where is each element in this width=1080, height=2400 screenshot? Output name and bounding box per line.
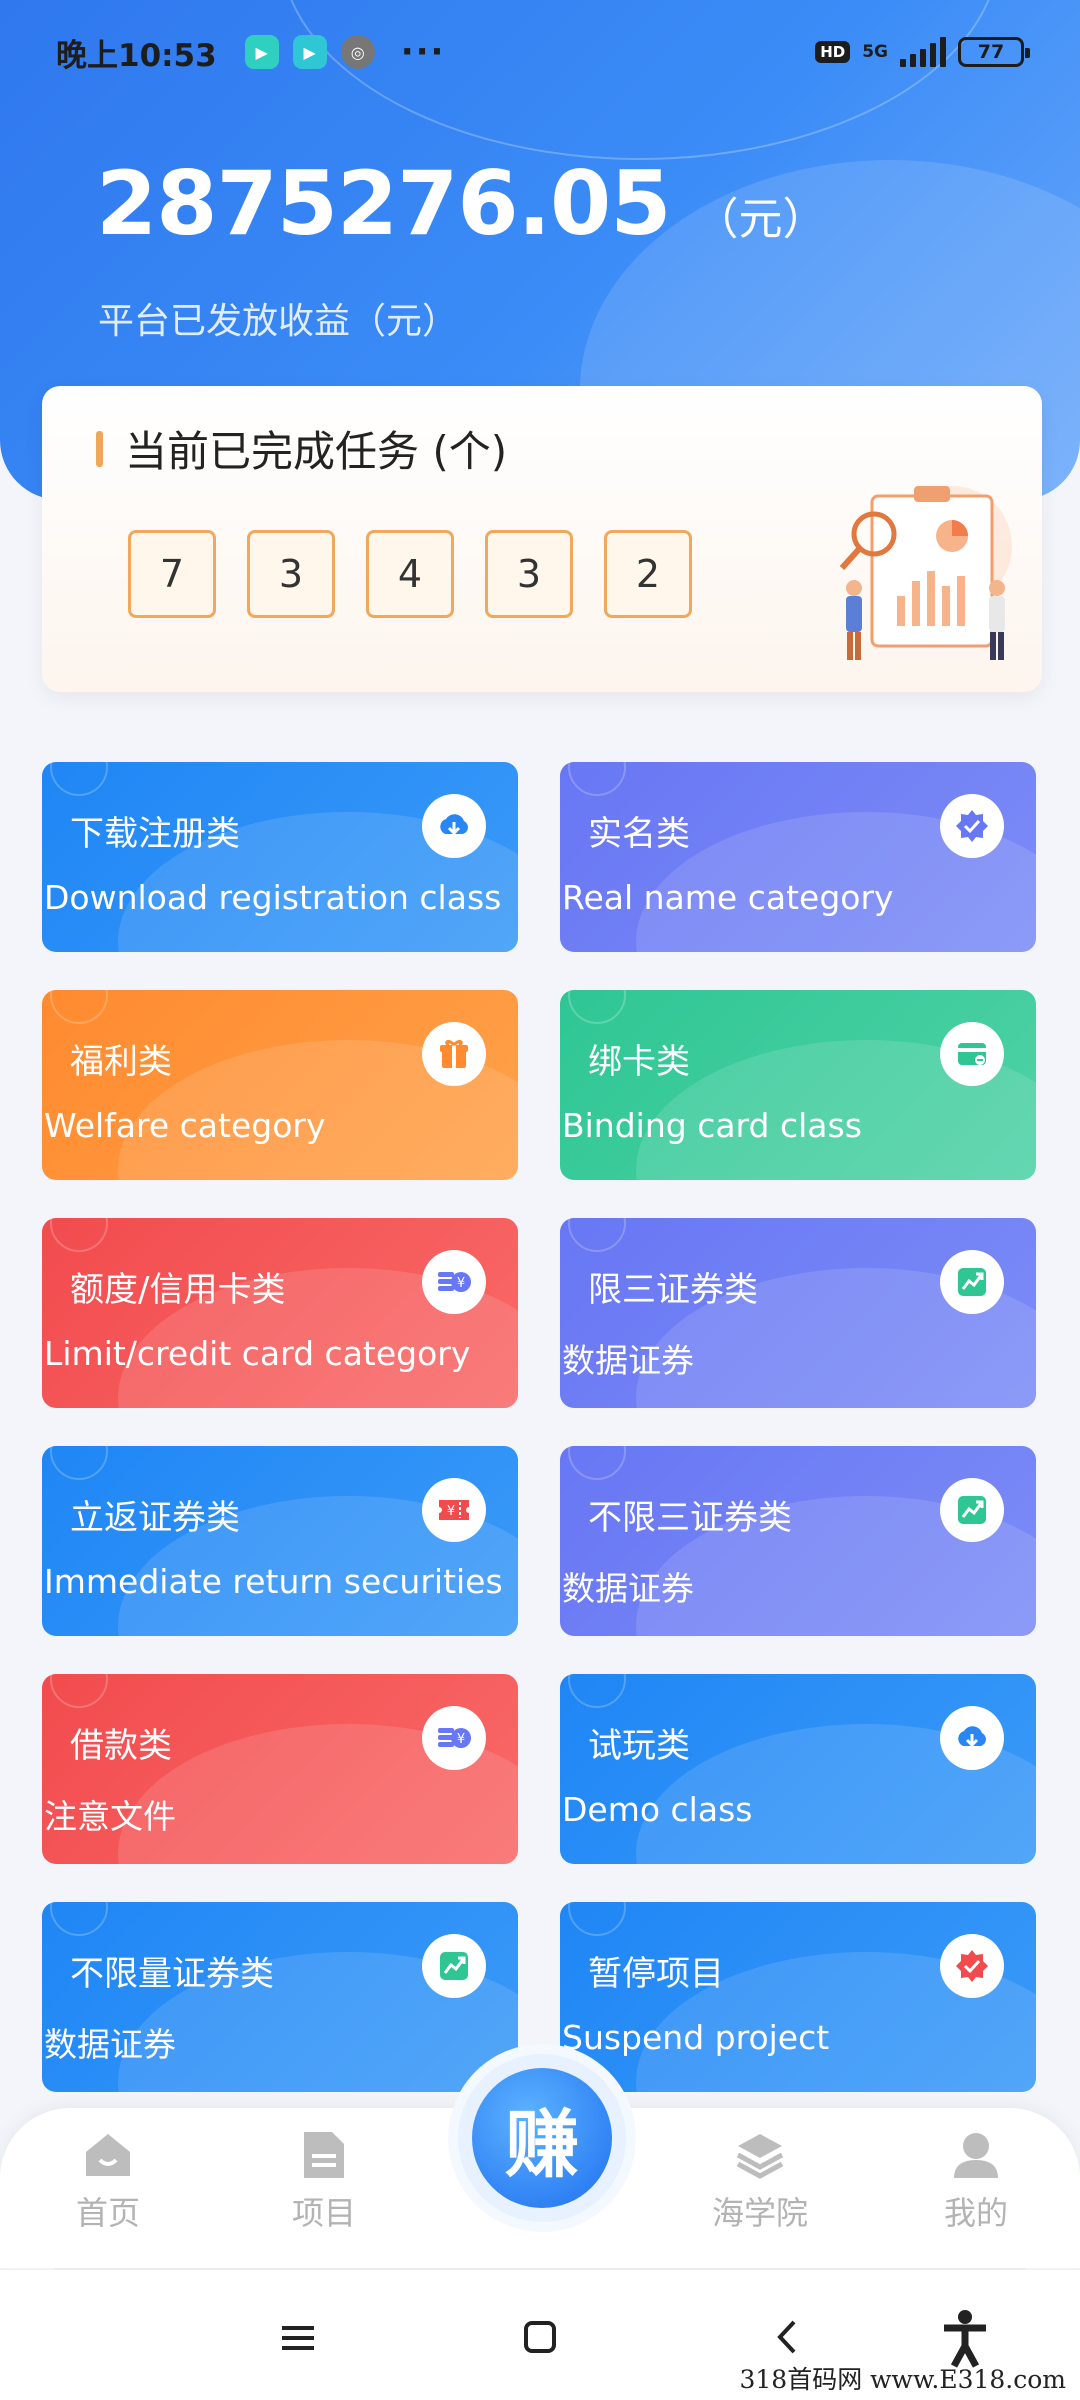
- category-subtitle: Binding card class: [562, 1106, 862, 1145]
- category-immediate-return[interactable]: 立返证券类 Immediate return securities ¥: [42, 1446, 518, 1636]
- category-title: 立返证券类: [70, 1498, 240, 1538]
- category-credit-card[interactable]: 额度/信用卡类 Limit/credit card category ¥: [42, 1218, 518, 1408]
- completed-tasks-card: 当前已完成任务 (个) 7 3 4 3 2: [42, 386, 1042, 692]
- category-real-name[interactable]: 实名类 Real name category: [560, 762, 1036, 952]
- category-binding-card[interactable]: 绑卡类 Binding card class: [560, 990, 1036, 1180]
- trend-chart-icon: [940, 1478, 1004, 1542]
- category-title: 绑卡类: [588, 1042, 690, 1082]
- svg-text:¥: ¥: [457, 1276, 465, 1291]
- earnings-caption: 平台已发放收益（元）: [98, 301, 459, 342]
- svg-text:¥: ¥: [457, 1732, 465, 1747]
- more-notifications-icon: ···: [400, 32, 446, 72]
- coins-yen-icon: ¥: [422, 1250, 486, 1314]
- category-suspended[interactable]: 暂停项目 Suspend project: [560, 1902, 1036, 2092]
- app-notification-icon: ▶: [292, 35, 327, 69]
- verified-badge-icon: [940, 794, 1004, 858]
- cloud-download-icon: [422, 794, 486, 858]
- counter-digit: 4: [366, 530, 454, 618]
- back-icon[interactable]: [768, 2308, 808, 2368]
- tab-home[interactable]: 首页: [48, 2130, 168, 2234]
- trend-chart-icon: [940, 1250, 1004, 1314]
- category-grid: 下载注册类 Download registration class 实名类 Re…: [42, 762, 1036, 2092]
- status-time: 晚上10:53: [56, 37, 217, 74]
- layers-icon: [736, 2134, 784, 2179]
- earnings-unit: （元）: [694, 194, 827, 245]
- category-download-registration[interactable]: 下载注册类 Download registration class: [42, 762, 518, 952]
- title-accent-bar: [96, 430, 103, 467]
- accessibility-icon[interactable]: [940, 2308, 990, 2368]
- tab-projects[interactable]: 项目: [264, 2130, 384, 2234]
- home-icon: [86, 2134, 130, 2176]
- tab-academy[interactable]: 海学院: [700, 2130, 820, 2234]
- battery-icon: 77: [958, 37, 1030, 67]
- category-demo[interactable]: 试玩类 Demo class: [560, 1674, 1036, 1864]
- category-welfare[interactable]: 福利类 Welfare category: [42, 990, 518, 1180]
- counter-digit: 3: [247, 530, 335, 618]
- category-loan[interactable]: 借款类 注意文件 ¥: [42, 1674, 518, 1864]
- category-title: 限三证券类: [588, 1270, 758, 1310]
- tab-academy-label: 海学院: [711, 2194, 808, 2232]
- document-icon: [304, 2132, 344, 2178]
- watermark-text: 318首码网 www.E318.com: [739, 2365, 1066, 2394]
- category-unlimited-three-securities[interactable]: 不限三证券类 数据证券: [560, 1446, 1036, 1636]
- counter-digit: 2: [604, 530, 692, 618]
- gift-icon: [422, 1022, 486, 1086]
- category-unlimited-securities[interactable]: 不限量证券类 数据证券: [42, 1902, 518, 2092]
- system-navigation-bar: 318首码网 www.E318.com: [0, 2270, 1080, 2400]
- category-subtitle: Suspend project: [562, 2018, 830, 2057]
- category-subtitle: Real name category: [562, 878, 894, 917]
- category-subtitle: 数据证券: [44, 2025, 176, 2064]
- category-subtitle: Demo class: [562, 1790, 753, 1829]
- trend-chart-icon: [422, 1934, 486, 1998]
- category-title: 不限量证券类: [70, 1954, 274, 1994]
- task-counter: 7 3 4 3 2: [128, 530, 692, 618]
- app-notification-icon: ▶: [244, 35, 279, 69]
- category-subtitle: 数据证券: [562, 1341, 694, 1380]
- tab-mine[interactable]: 我的: [916, 2130, 1036, 2234]
- network-type: 5G: [862, 41, 888, 62]
- hd-voice-icon: HD: [815, 41, 851, 63]
- card-icon: [940, 1022, 1004, 1086]
- earnings-amount-block: 2875276.05 （元）: [96, 152, 827, 255]
- signal-icon: [900, 37, 946, 67]
- svg-text:¥: ¥: [447, 1504, 455, 1519]
- category-title: 不限三证券类: [588, 1498, 792, 1538]
- status-bar: 晚上10:53 ▶ ▶ ◎ ··· HD 5G 77: [0, 0, 1080, 104]
- tab-projects-label: 项目: [291, 2194, 356, 2232]
- counter-digit: 3: [485, 530, 573, 618]
- user-icon: [954, 2133, 998, 2178]
- completed-tasks-title: 当前已完成任务 (个): [96, 418, 507, 479]
- category-title: 下载注册类: [70, 814, 240, 854]
- completed-tasks-label: 当前已完成任务 (个): [125, 427, 508, 476]
- yen-ticket-icon: ¥: [422, 1478, 486, 1542]
- tab-home-label: 首页: [75, 2194, 140, 2232]
- category-subtitle: Download registration class: [44, 878, 502, 917]
- category-title: 实名类: [588, 814, 690, 854]
- category-title: 借款类: [70, 1726, 172, 1766]
- menu-icon[interactable]: [278, 2308, 318, 2368]
- category-title: 福利类: [70, 1042, 172, 1082]
- category-subtitle: Welfare category: [44, 1106, 326, 1145]
- verified-badge-icon: [940, 1934, 1004, 1998]
- category-title: 暂停项目: [588, 1954, 724, 1994]
- coins-yen-icon: ¥: [422, 1706, 486, 1770]
- category-title: 试玩类: [588, 1726, 690, 1766]
- clipboard-chart-illustration: [839, 486, 1012, 660]
- tab-mine-label: 我的: [943, 2194, 1008, 2232]
- home-square-icon[interactable]: [520, 2308, 560, 2368]
- category-subtitle: 数据证券: [562, 1569, 694, 1608]
- earnings-amount: 2875276.05: [96, 152, 672, 255]
- cloud-download-icon: [940, 1706, 1004, 1770]
- settings-notification-icon: ◎: [340, 35, 375, 69]
- category-subtitle: Limit/credit card category: [44, 1334, 471, 1373]
- category-limit-three-securities[interactable]: 限三证券类 数据证券: [560, 1218, 1036, 1408]
- counter-digit: 7: [128, 530, 216, 618]
- battery-level: 77: [977, 41, 1005, 63]
- category-subtitle: Immediate return securities: [44, 1562, 503, 1601]
- earn-button-label: 赚: [472, 2068, 612, 2208]
- earn-button[interactable]: 赚: [458, 2054, 626, 2222]
- category-subtitle: 注意文件: [44, 1797, 176, 1836]
- category-title: 额度/信用卡类: [70, 1270, 286, 1310]
